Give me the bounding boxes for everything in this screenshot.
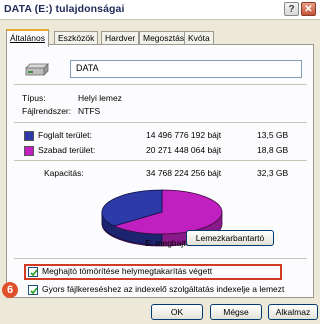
tab-kvota[interactable]: Kvóta — [184, 31, 214, 45]
help-button[interactable]: ? — [284, 2, 299, 16]
filesystem-value: NTFS — [78, 106, 101, 116]
ok-button[interactable]: OK — [151, 304, 203, 320]
capacity-label: Kapacitás: — [44, 168, 84, 178]
drive-label: E: meghajtó — [145, 238, 191, 248]
hard-drive-icon — [25, 63, 49, 76]
tab-eszkozok[interactable]: Eszközök — [54, 31, 99, 45]
close-button[interactable]: ✕ — [301, 2, 316, 16]
tab-hardver[interactable]: Hardver — [101, 31, 140, 45]
index-drive-checkbox[interactable] — [28, 285, 38, 295]
tab-megosztas[interactable]: Megosztás — [139, 31, 189, 45]
free-space-bytes: 20 271 448 064 bájt — [146, 145, 222, 155]
divider — [14, 160, 307, 161]
capacity-size: 32,3 GB — [257, 168, 289, 178]
index-drive-label: Gyors fájlkereséshez az indexelő szolgál… — [42, 284, 285, 294]
used-space-bytes: 14 496 776 192 bájt — [146, 130, 222, 140]
divider — [14, 122, 307, 123]
divider — [14, 258, 307, 259]
cancel-button[interactable]: Mégse — [210, 304, 262, 320]
type-label: Típus: — [22, 93, 46, 103]
free-space-size: 18,8 GB — [257, 145, 289, 155]
filesystem-label: Fájlrendszer: — [22, 106, 72, 116]
used-space-label: Foglalt terület: — [38, 130, 92, 140]
window-title: DATA (E:) tulajdonságai — [4, 3, 125, 15]
capacity-bytes: 34 768 224 256 bájt — [146, 168, 222, 178]
type-value: Helyi lemez — [78, 93, 122, 103]
checkmark-icon — [30, 287, 38, 295]
free-space-label: Szabad terület: — [38, 145, 96, 155]
callout-highlight-box — [24, 264, 282, 280]
used-space-swatch — [24, 131, 34, 141]
apply-button[interactable]: Alkalmaz — [268, 304, 318, 320]
step-badge: 6 — [2, 282, 18, 298]
title-bar[interactable]: DATA (E:) tulajdonságai ? ✕ — [0, 0, 320, 20]
free-space-swatch — [24, 146, 34, 156]
disk-cleanup-button[interactable]: Lemezkarbantartó — [186, 230, 274, 246]
tab-altalanos[interactable]: Általános — [6, 29, 49, 47]
tab-label: Általános — [10, 33, 45, 43]
divider — [14, 84, 307, 85]
used-space-size: 13,5 GB — [257, 130, 289, 140]
drive-name-input[interactable]: DATA — [70, 60, 302, 78]
